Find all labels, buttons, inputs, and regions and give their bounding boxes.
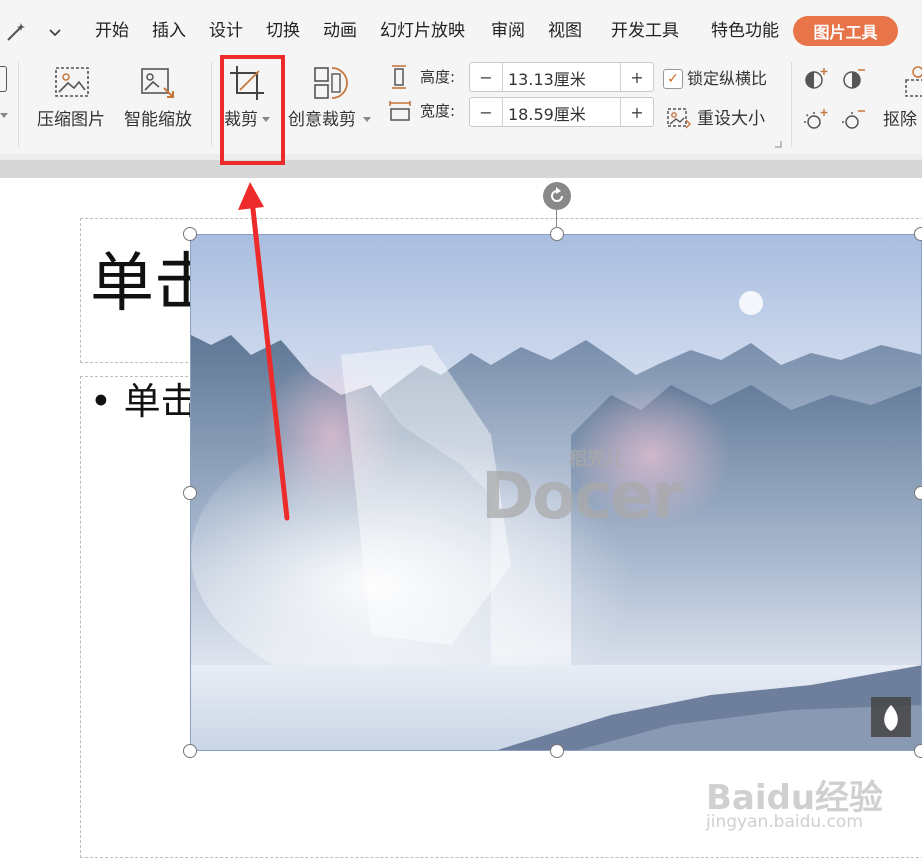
width-decrease-button[interactable]: − — [470, 98, 503, 126]
width-label: 宽度: — [420, 102, 456, 120]
chevron-down-icon[interactable] — [46, 24, 64, 42]
canvas-gutter — [0, 160, 922, 178]
slide-bullet-text[interactable]: 单击 — [124, 380, 198, 423]
width-value-input[interactable]: 18.59厘米 — [508, 101, 586, 125]
smart-zoom-icon[interactable] — [140, 66, 176, 100]
creative-crop-dropdown-arrow-icon[interactable] — [363, 116, 371, 124]
resize-handle-middle-left[interactable] — [183, 486, 197, 500]
docer-cn-watermark: 稻壳儿 — [569, 449, 623, 470]
tab-slideshow[interactable]: 幻灯片放映 — [380, 20, 465, 42]
contrast-icon[interactable] — [840, 66, 866, 92]
smart-zoom-button[interactable]: 智能缩放 — [124, 109, 192, 131]
resize-handle-bottom-right[interactable] — [914, 744, 922, 758]
ribbon-divider — [18, 62, 19, 147]
tab-picture-tools[interactable]: 图片工具 — [793, 16, 898, 46]
compress-picture-button[interactable]: 压缩图片 — [37, 109, 105, 131]
tab-start[interactable]: 开始 — [95, 20, 129, 42]
remove-background-button[interactable]: 抠除 — [883, 109, 917, 131]
height-spinner[interactable]: − 13.13厘米 + — [469, 62, 654, 92]
height-decrease-button[interactable]: − — [470, 63, 503, 91]
height-label: 高度: — [420, 68, 456, 86]
creative-crop-icon[interactable] — [312, 64, 348, 102]
tab-insert[interactable]: 插入 — [152, 20, 186, 42]
docer-watermark: Docer — [481, 460, 683, 534]
width-icon — [388, 100, 412, 122]
tab-special-features[interactable]: 特色功能 — [711, 20, 779, 42]
tab-view[interactable]: 视图 — [548, 20, 582, 42]
resize-handle-middle-right[interactable] — [914, 486, 922, 500]
crop-highlight-box — [220, 55, 285, 165]
slide-bullet[interactable]: • 单击 — [90, 380, 198, 424]
menu-bar: 开始 插入 设计 切换 动画 幻灯片放映 审阅 视图 开发工具 特色功能 图片工… — [0, 0, 922, 52]
resize-handle-top-right[interactable] — [914, 227, 922, 241]
group-edge-icon — [0, 66, 7, 92]
tab-animation[interactable]: 动画 — [323, 20, 357, 42]
resize-handle-top-left[interactable] — [183, 227, 197, 241]
ribbon-divider — [211, 62, 212, 147]
ribbon-divider — [791, 62, 792, 147]
annotation-arrow — [238, 182, 290, 521]
creative-crop-button[interactable]: 创意裁剪 — [288, 109, 356, 131]
height-value-input[interactable]: 13.13厘米 — [508, 66, 586, 90]
height-icon — [388, 64, 410, 90]
remove-background-icon[interactable] — [900, 64, 922, 100]
rotate-connector — [556, 208, 557, 228]
lock-ratio-label[interactable]: 锁定纵横比 — [687, 69, 767, 89]
lock-ratio-checkbox[interactable]: ✓ — [663, 69, 683, 89]
resize-handle-top-center[interactable] — [550, 227, 564, 241]
baidu-url-watermark: jingyan.baidu.com — [706, 812, 863, 832]
dialog-launcher-icon[interactable] — [774, 140, 782, 148]
width-spinner[interactable]: − 18.59厘米 + — [469, 97, 654, 127]
height-increase-button[interactable]: + — [620, 63, 653, 91]
tab-review[interactable]: 审阅 — [491, 20, 525, 42]
tab-transition[interactable]: 切换 — [266, 20, 300, 42]
magic-wand-icon[interactable] — [4, 20, 28, 44]
brightness-reduce-icon[interactable] — [840, 107, 866, 133]
brightness-add-icon[interactable] — [803, 107, 829, 133]
tab-design[interactable]: 设计 — [209, 20, 243, 42]
dropdown-arrow-icon[interactable] — [0, 112, 8, 120]
compress-picture-icon[interactable] — [54, 66, 90, 100]
tab-developer[interactable]: 开发工具 — [611, 20, 679, 42]
reset-size-button[interactable]: 重设大小 — [697, 109, 765, 129]
ribbon-toolbar: 压缩图片 智能缩放 裁剪 创意裁剪 高度: − 13.13厘米 + 宽度: − … — [0, 52, 922, 154]
resize-handle-bottom-left[interactable] — [183, 744, 197, 758]
width-increase-button[interactable]: + — [620, 98, 653, 126]
brightness-increase-icon[interactable] — [803, 66, 829, 92]
resize-handle-bottom-center[interactable] — [550, 744, 564, 758]
rotate-handle-icon[interactable] — [543, 182, 571, 210]
reset-size-icon[interactable] — [666, 106, 692, 130]
